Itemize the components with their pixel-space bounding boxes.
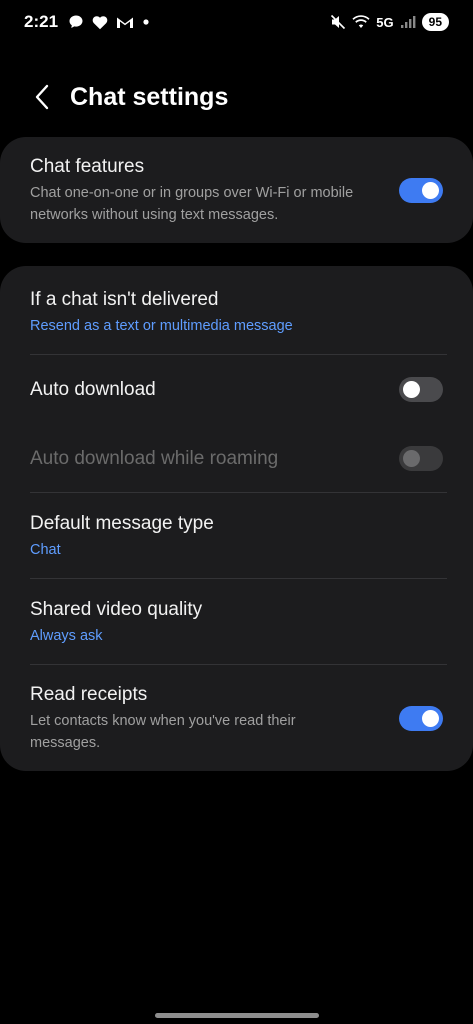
read-receipts-title: Read receipts bbox=[30, 683, 148, 705]
toggle-knob bbox=[422, 709, 439, 727]
shared-video-quality-value: Always ask bbox=[30, 627, 103, 644]
read-receipts-toggle[interactable] bbox=[399, 705, 443, 731]
not-delivered-text: If a chat isn't delivered Resend as a te… bbox=[30, 288, 443, 337]
status-time: 2:21 bbox=[24, 12, 59, 31]
shared-video-quality-row[interactable]: Shared video quality Always ask bbox=[0, 579, 473, 665]
toggle-knob bbox=[422, 181, 439, 199]
auto-download-row[interactable]: Auto download bbox=[0, 355, 473, 424]
chat-bubble-icon bbox=[68, 14, 84, 30]
auto-download-roaming-row: Auto download while roaming bbox=[0, 424, 473, 493]
back-button[interactable] bbox=[18, 73, 66, 121]
shared-video-quality-title: Shared video quality bbox=[30, 598, 203, 620]
auto-download-text: Auto download bbox=[30, 378, 399, 402]
status-bar: 2:21 5G 95 bbox=[0, 0, 473, 44]
not-delivered-value: Resend as a text or multimedia message bbox=[30, 318, 293, 334]
default-message-type-row[interactable]: Default message type Chat bbox=[0, 493, 473, 579]
gmail-icon bbox=[116, 15, 134, 29]
chevron-left-icon bbox=[35, 84, 49, 110]
chat-features-subtitle: Chat one-on-one or in groups over Wi-Fi … bbox=[30, 184, 354, 223]
app-header: Chat settings bbox=[0, 72, 473, 122]
auto-download-toggle[interactable] bbox=[399, 377, 443, 402]
default-message-type-text: Default message type Chat bbox=[30, 512, 443, 561]
default-message-type-value: Chat bbox=[30, 541, 61, 558]
settings-card: If a chat isn't delivered Resend as a te… bbox=[0, 266, 473, 771]
auto-download-title: Auto download bbox=[30, 378, 156, 400]
status-left: 2:21 bbox=[24, 12, 150, 32]
network-label: 5G bbox=[376, 14, 394, 30]
home-indicator[interactable] bbox=[155, 1013, 319, 1018]
chat-features-text: Chat features Chat one-on-one or in grou… bbox=[30, 155, 399, 226]
battery-level: 95 bbox=[421, 13, 449, 31]
chat-features-card: Chat features Chat one-on-one or in grou… bbox=[0, 137, 473, 243]
not-delivered-title: If a chat isn't delivered bbox=[30, 289, 219, 310]
toggle-knob bbox=[403, 381, 420, 398]
chat-features-toggle[interactable] bbox=[399, 177, 443, 203]
read-receipts-subtitle: Let contacts know when you've read their… bbox=[30, 712, 296, 751]
chat-features-row[interactable]: Chat features Chat one-on-one or in grou… bbox=[0, 137, 473, 243]
read-receipts-text: Read receipts Let contacts know when you… bbox=[30, 683, 399, 754]
not-delivered-row[interactable]: If a chat isn't delivered Resend as a te… bbox=[0, 266, 473, 355]
auto-download-roaming-title: Auto download while roaming bbox=[30, 447, 279, 469]
auto-download-roaming-toggle bbox=[399, 446, 443, 471]
chat-features-title: Chat features bbox=[30, 155, 145, 177]
auto-download-roaming-text: Auto download while roaming bbox=[30, 447, 399, 471]
shared-video-quality-text: Shared video quality Always ask bbox=[30, 598, 443, 647]
read-receipts-row[interactable]: Read receipts Let contacts know when you… bbox=[0, 665, 473, 771]
mute-icon bbox=[330, 14, 346, 30]
dot-icon bbox=[142, 18, 150, 26]
status-right: 5G 95 bbox=[330, 13, 449, 31]
heart-icon bbox=[92, 15, 108, 30]
toggle-knob bbox=[403, 450, 420, 467]
signal-icon bbox=[400, 15, 416, 29]
wifi-icon bbox=[352, 15, 370, 29]
default-message-type-title: Default message type bbox=[30, 512, 214, 534]
page-title: Chat settings bbox=[70, 82, 229, 111]
